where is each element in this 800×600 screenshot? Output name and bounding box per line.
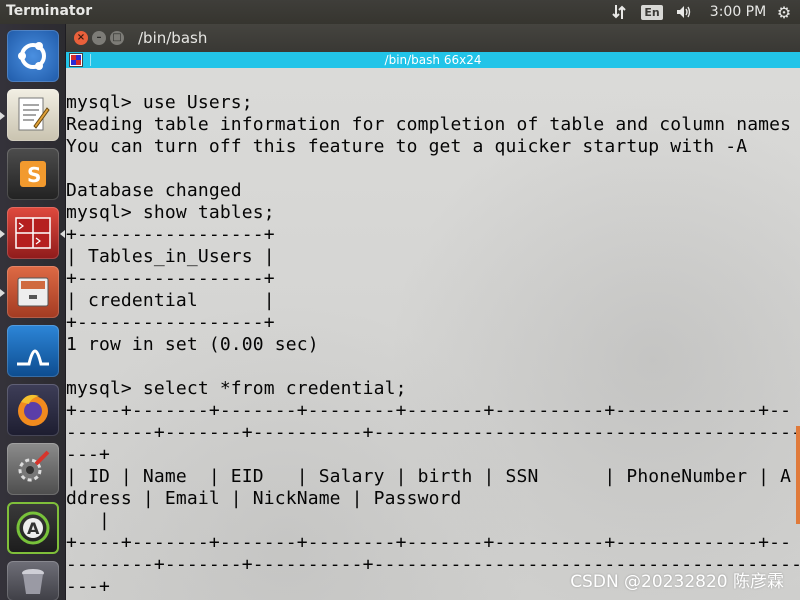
- wireshark-icon[interactable]: [7, 325, 59, 377]
- terminal-line: | Tables_in_Users |: [66, 246, 275, 267]
- minimize-button[interactable]: –: [92, 31, 106, 45]
- maximize-button[interactable]: □: [110, 31, 124, 45]
- active-indicator: [60, 230, 65, 238]
- terminal-line: +-----------------+: [66, 224, 275, 245]
- terminal-window: × – □ /bin/bash /bin/bash 66x24 mysql> u…: [66, 24, 800, 600]
- trash-icon[interactable]: [7, 561, 59, 600]
- svg-text:S: S: [27, 163, 41, 187]
- terminal-line: 1 row in set (0.00 sec): [66, 334, 319, 355]
- scrollbar-marker[interactable]: [796, 426, 800, 524]
- svg-text:A: A: [27, 519, 40, 538]
- terminal-line: +----+-------+-------+--------+-------+-…: [66, 532, 792, 553]
- firefox-icon[interactable]: [7, 384, 59, 436]
- running-indicator: [0, 112, 5, 120]
- sublime-text-icon[interactable]: S: [7, 148, 59, 200]
- sound-icon[interactable]: [675, 3, 695, 21]
- terminal-line: |: [66, 510, 110, 531]
- launcher: S A: [0, 24, 66, 600]
- terminal-line: You can turn off this feature to get a q…: [66, 136, 748, 157]
- app-title: Terminator: [6, 3, 93, 19]
- terminal-tab-bar[interactable]: /bin/bash 66x24: [66, 52, 800, 68]
- watermark: CSDN @20232820 陈彦霖: [570, 572, 784, 592]
- terminal-tab-title: /bin/bash 66x24: [384, 53, 482, 67]
- system-tools-icon[interactable]: [7, 443, 59, 495]
- terminal-line: mysql> select *from credential;: [66, 378, 407, 399]
- window-titlebar[interactable]: × – □ /bin/bash: [66, 24, 800, 52]
- terminator-icon[interactable]: [7, 207, 59, 259]
- network-icon[interactable]: [610, 3, 628, 21]
- terminal-line: mysql> use Users;: [66, 92, 253, 113]
- keyboard-layout-label: En: [641, 4, 663, 20]
- terminal-line: --------+-------+----------+------------…: [66, 422, 800, 443]
- terminal-line: | credential |: [66, 290, 275, 311]
- terminal-text[interactable]: mysql> use Users; Reading table informati…: [66, 70, 800, 598]
- text-editor-icon[interactable]: [7, 89, 59, 141]
- terminal-line: Database changed: [66, 180, 242, 201]
- terminal-output[interactable]: mysql> use Users; Reading table informati…: [66, 68, 800, 600]
- terminal-line: +-----------------+: [66, 312, 275, 333]
- terminal-line: | ID | Name | EID | Salary | birth | SSN…: [66, 466, 792, 487]
- keyboard-layout-indicator[interactable]: En: [641, 3, 663, 21]
- top-panel: Terminator En 3:00 PM ⚙: [0, 0, 800, 24]
- clock[interactable]: 3:00 PM: [706, 3, 770, 21]
- software-updater-icon[interactable]: A: [7, 502, 59, 554]
- settings-gear-icon[interactable]: ⚙: [775, 3, 793, 22]
- terminal-line: ddress | Email | NickName | Password: [66, 488, 462, 509]
- terminal-line: +----+-------+-------+--------+-------+-…: [66, 400, 792, 421]
- running-indicator: [0, 289, 5, 297]
- close-button[interactable]: ×: [74, 31, 88, 45]
- ubuntu-dash-icon[interactable]: [7, 30, 59, 82]
- terminal-line: Reading table information for completion…: [66, 114, 792, 135]
- terminal-line: ---+: [66, 444, 110, 465]
- terminal-line: +-----------------+: [66, 268, 275, 289]
- terminal-line: mysql> show tables;: [66, 202, 275, 223]
- window-title: /bin/bash: [138, 29, 208, 47]
- file-manager-icon[interactable]: [7, 266, 59, 318]
- running-indicator: [0, 230, 5, 238]
